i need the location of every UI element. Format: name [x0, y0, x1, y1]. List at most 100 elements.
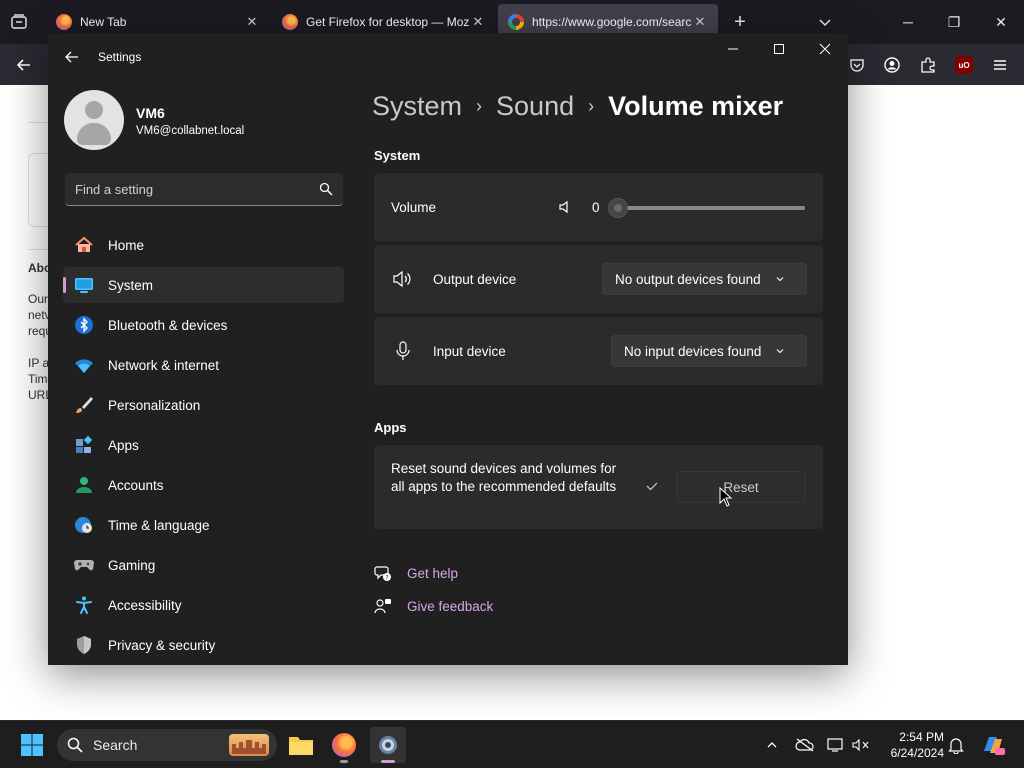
sidebar-item-personalization[interactable]: Personalization — [63, 387, 344, 423]
back-arrow-icon[interactable] — [10, 52, 38, 78]
settings-search-box — [65, 173, 343, 206]
sidebar-item-privacy[interactable]: Privacy & security — [63, 627, 344, 663]
give-feedback-link[interactable]: Give feedback — [407, 599, 493, 614]
reset-button[interactable]: Reset — [676, 471, 806, 503]
start-button[interactable] — [14, 727, 50, 763]
sidebar-item-label: System — [108, 277, 154, 293]
taskbar-search-label: Search — [93, 737, 138, 753]
volume-slider-thumb[interactable] — [608, 198, 628, 218]
speaker-icon — [392, 269, 414, 289]
browser-close-icon[interactable]: ✕ — [978, 0, 1024, 44]
sidebar-item-system[interactable]: System — [63, 267, 344, 303]
home-icon — [73, 234, 95, 256]
bluetooth-icon — [73, 314, 95, 336]
breadcrumb-system[interactable]: System — [372, 91, 462, 122]
taskbar: Search 2:54 PM 6/24/2024 — [0, 720, 1024, 768]
input-device-dropdown[interactable]: No input devices found — [611, 335, 807, 367]
sidebar-item-apps[interactable]: Apps — [63, 427, 344, 463]
network-volume-icon[interactable] — [852, 735, 872, 755]
volume-value: 0 — [592, 200, 600, 215]
user-name: VM6 — [136, 105, 165, 121]
firefox-taskbar-button[interactable] — [326, 727, 362, 763]
sidebar-item-home[interactable]: Home — [63, 227, 344, 263]
system-clock[interactable]: 2:54 PM 6/24/2024 — [880, 729, 944, 761]
sidebar-item-label: Apps — [108, 437, 139, 453]
sidebar-item-label: Network & internet — [108, 357, 220, 373]
close-tab-icon[interactable]: ✕ — [244, 14, 260, 30]
page-text-fragment: IP a — [28, 356, 50, 370]
new-tab-plus-icon[interactable]: + — [730, 12, 750, 32]
close-icon[interactable] — [802, 33, 848, 65]
hamburger-menu-icon[interactable] — [986, 52, 1014, 78]
sidebar-item-label: Home — [108, 237, 145, 253]
running-indicator — [381, 760, 395, 763]
clock-date: 6/24/2024 — [890, 746, 944, 760]
sidebar-item-accessibility[interactable]: Accessibility — [63, 587, 344, 623]
sidebar-item-label: Accounts — [108, 477, 164, 493]
onedrive-offline-icon[interactable] — [795, 735, 815, 755]
settings-title-bar: Settings — [48, 33, 848, 81]
sidebar-item-time-language[interactable]: Time & language — [63, 507, 344, 543]
account-icon[interactable] — [878, 52, 906, 78]
firefox-icon — [332, 733, 356, 757]
breadcrumb-sound[interactable]: Sound — [496, 91, 574, 122]
output-device-card: Output device No output devices found — [374, 245, 823, 313]
tab-title: https://www.google.com/searc — [532, 15, 692, 29]
sidebar-item-label: Bluetooth & devices — [108, 317, 228, 333]
firefox-icon — [282, 14, 298, 30]
checkmark-icon — [645, 479, 659, 493]
display-icon[interactable] — [826, 735, 846, 755]
taskbar-search[interactable]: Search — [57, 729, 277, 761]
output-device-value: No output devices found — [615, 271, 761, 287]
close-tab-icon[interactable]: ✕ — [470, 14, 486, 30]
svg-text:?: ? — [385, 575, 388, 582]
shield-icon — [73, 634, 95, 656]
browser-minimize-icon[interactable]: ─ — [885, 0, 931, 44]
show-hidden-icons-chevron-icon[interactable] — [762, 735, 782, 755]
sidebar-item-bluetooth[interactable]: Bluetooth & devices — [63, 307, 344, 343]
get-help-link[interactable]: Get help — [407, 566, 458, 581]
accounts-icon — [73, 474, 95, 496]
gamepad-icon — [73, 554, 95, 576]
ublock-origin-icon[interactable]: uO — [950, 52, 978, 78]
google-icon — [508, 14, 524, 30]
tab-overflow-chevron-icon[interactable] — [816, 13, 834, 31]
sidebar-item-accounts[interactable]: Accounts — [63, 467, 344, 503]
breadcrumb: System › Sound › Volume mixer — [372, 91, 783, 122]
chevron-down-icon — [775, 346, 785, 356]
get-help-icon: ? — [374, 564, 392, 582]
extensions-icon[interactable] — [914, 52, 942, 78]
maximize-icon[interactable] — [756, 33, 802, 65]
breadcrumb-chevron-icon: › — [588, 96, 595, 116]
sidebar-item-network[interactable]: Network & internet — [63, 347, 344, 383]
sidebar-item-label: Gaming — [108, 557, 156, 573]
search-icon[interactable] — [319, 182, 333, 196]
output-device-dropdown[interactable]: No output devices found — [602, 263, 807, 295]
settings-window: Settings VM6 VM6@collabnet.local Home — [48, 33, 848, 665]
user-email: VM6@collabnet.local — [136, 125, 245, 137]
speaker-mute-icon[interactable] — [558, 199, 574, 215]
input-device-label: Input device — [433, 344, 506, 359]
tab-title: Get Firefox for desktop — Mozi — [306, 15, 470, 29]
tab-list-icon[interactable] — [10, 13, 28, 31]
minimize-icon[interactable] — [710, 33, 756, 65]
globe-clock-icon — [73, 514, 95, 536]
search-icon — [67, 737, 83, 753]
page-divider — [28, 122, 48, 123]
browser-restore-icon[interactable]: ❐ — [931, 0, 977, 44]
microphone-icon — [394, 341, 412, 361]
settings-window-title: Settings — [98, 50, 142, 64]
sidebar-item-gaming[interactable]: Gaming — [63, 547, 344, 583]
find-setting-input[interactable] — [65, 173, 315, 205]
back-arrow-icon[interactable] — [62, 47, 82, 67]
volume-slider[interactable] — [608, 198, 805, 218]
ublock-badge: uO — [955, 56, 973, 74]
file-explorer-button[interactable] — [283, 727, 319, 763]
copilot-icon[interactable] — [980, 733, 1006, 757]
notifications-bell-icon[interactable] — [946, 735, 966, 755]
accessibility-icon — [73, 594, 95, 616]
tab-title: New Tab — [80, 15, 127, 29]
settings-taskbar-button[interactable] — [370, 727, 406, 763]
user-profile[interactable]: VM6 VM6@collabnet.local — [64, 90, 344, 150]
close-tab-icon[interactable]: ✕ — [692, 14, 708, 30]
